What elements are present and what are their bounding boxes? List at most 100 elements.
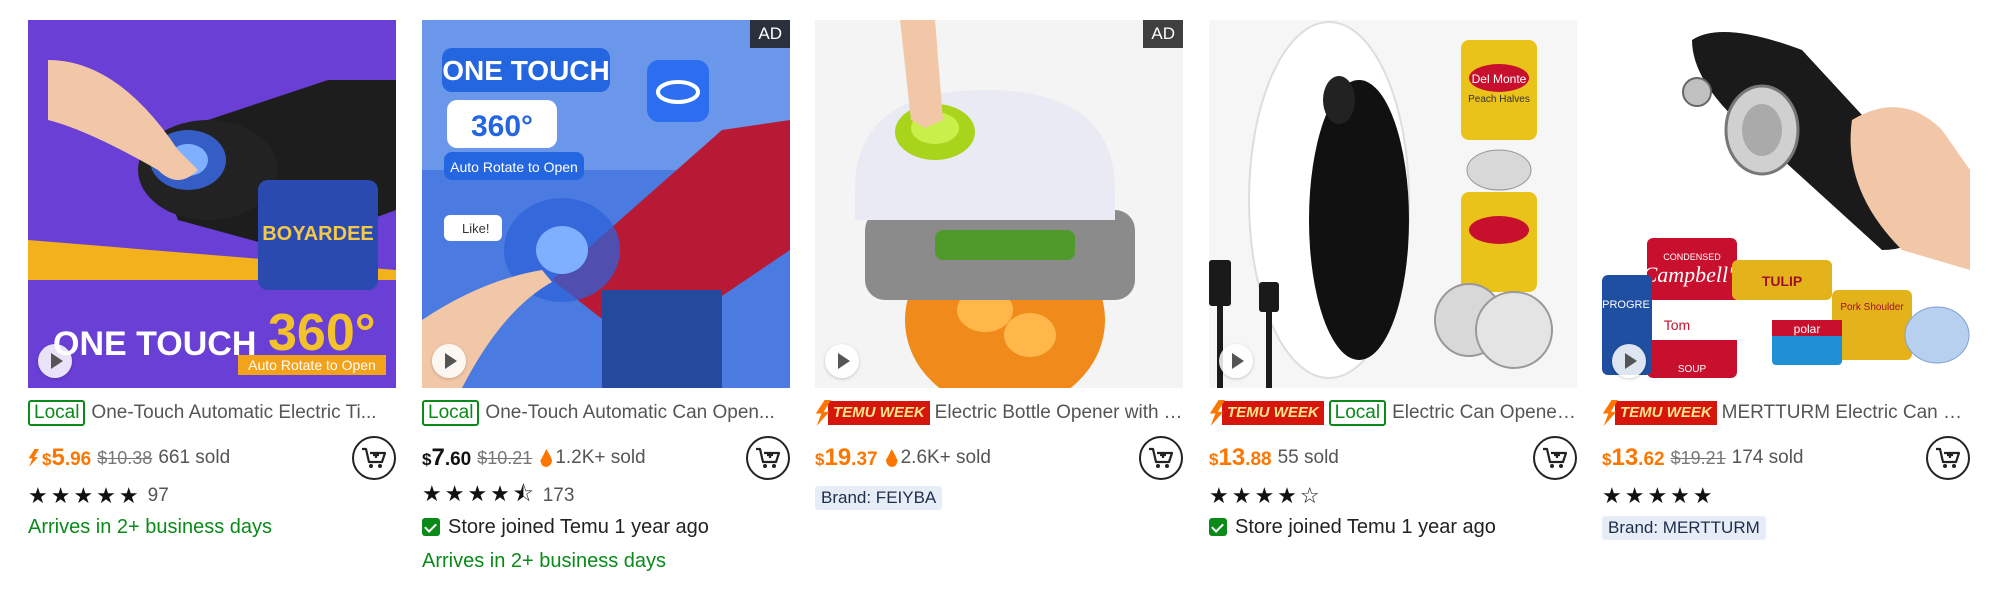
add-to-cart-button[interactable] (352, 436, 396, 480)
store-info: Store joined Temu 1 year ago (422, 510, 790, 544)
svg-text:Pork Shoulder: Pork Shoulder (1840, 302, 1904, 313)
product-image[interactable]: Del Monte Peach Halves (1209, 20, 1577, 388)
svg-text:Tom: Tom (1664, 317, 1690, 333)
rating-row[interactable]: ★★★★★ 97 (28, 482, 396, 510)
add-to-cart-button[interactable] (746, 436, 790, 480)
svg-text:ONE TOUCH: ONE TOUCH (53, 325, 256, 363)
product-image[interactable]: Campbell's CONDENSED Tom SOUP PROGRE TUL… (1602, 20, 1970, 388)
rating-row[interactable]: ★★★★☆ (1209, 482, 1577, 510)
product-image-art: Campbell's CONDENSED Tom SOUP PROGRE TUL… (1602, 20, 1970, 388)
price-row: $7.60 $10.21 1.2K+ sold (422, 436, 790, 480)
svg-text:SOUP: SOUP (1678, 364, 1707, 375)
temu-week-tag: TEMU WEEK (815, 400, 930, 426)
product-title[interactable]: Electric Bottle Opener with T... (935, 402, 1183, 424)
title-row[interactable]: Local One-Touch Automatic Electric Ti... (28, 398, 396, 428)
add-to-cart-button[interactable] (1533, 436, 1577, 480)
svg-text:Like!: Like! (462, 221, 489, 236)
local-tag: Local (1328, 400, 1387, 426)
price: $5.96 (42, 444, 92, 471)
brand-badge[interactable]: Brand: FEIYBA (815, 486, 943, 510)
play-video-button[interactable] (432, 344, 466, 378)
price: $13.62 (1602, 444, 1665, 471)
svg-text:360°: 360° (471, 110, 533, 143)
svg-text:PROGRE: PROGRE (1602, 299, 1650, 311)
rating-stars: ★★★★★ (28, 483, 142, 508)
sold-count: 174 sold (1731, 447, 1804, 468)
temu-week-tag: TEMU WEEK (1209, 400, 1324, 426)
original-price: $10.38 (97, 447, 153, 468)
play-icon (1232, 353, 1244, 369)
product-title[interactable]: MERTTURM Electric Can Op... (1722, 402, 1970, 424)
play-icon (51, 353, 63, 369)
product-image-art: Del Monte Peach Halves (1209, 20, 1577, 388)
temu-week-tag: TEMU WEEK (1602, 400, 1717, 426)
title-row[interactable]: TEMU WEEK Electric Bottle Opener with T.… (815, 398, 1183, 428)
product-card[interactable]: AD TEMU WEEK Electric Bottle Opener with… (815, 20, 1183, 510)
price-row: $13.88 55 sold (1209, 436, 1577, 480)
store-text: Store joined Temu 1 year ago (448, 515, 709, 538)
product-card[interactable]: Campbell's CONDENSED Tom SOUP PROGRE TUL… (1602, 20, 1970, 540)
rating-stars: ★★★★★ (1602, 483, 1716, 508)
brand-badge[interactable]: Brand: MERTTURM (1602, 516, 1766, 540)
original-price: $10.21 (477, 447, 533, 468)
svg-text:360°: 360° (268, 304, 376, 362)
lightning-icon (28, 449, 39, 467)
title-row[interactable]: TEMU WEEK MERTTURM Electric Can Op... (1602, 398, 1970, 428)
svg-text:Del Monte: Del Monte (1472, 72, 1527, 86)
svg-text:TULIP: TULIP (1762, 273, 1802, 289)
ad-badge: AD (750, 20, 790, 48)
product-image[interactable]: AD (815, 20, 1183, 388)
product-card[interactable]: ONE TOUCH 360° Auto Rotate to Open Like!… (422, 20, 790, 578)
svg-text:ONE TOUCH: ONE TOUCH (442, 55, 610, 86)
flame-icon (885, 449, 898, 467)
sold-count: 661 sold (158, 447, 231, 468)
local-tag: Local (28, 400, 86, 426)
play-video-button[interactable] (825, 344, 859, 378)
svg-text:Auto Rotate to Open: Auto Rotate to Open (450, 159, 578, 175)
product-image[interactable]: ONE TOUCH 360° Auto Rotate to Open Like!… (422, 20, 790, 388)
sold-count: 2.6K+ sold (900, 447, 991, 468)
product-card[interactable]: Del Monte Peach Halves TEMU WEEK Local E… (1209, 20, 1577, 544)
store-check-icon (1209, 518, 1227, 536)
play-video-button[interactable] (1612, 344, 1646, 378)
local-tag: Local (422, 400, 480, 426)
rating-stars: ★★★★⯪ (422, 481, 537, 506)
ad-badge: AD (1143, 20, 1183, 48)
product-image-art: BOYARDEE ONE TOUCH 360° Auto Rotate to O… (28, 20, 396, 388)
store-check-icon (422, 518, 440, 536)
arrival-info: Arrives in 2+ business days (28, 515, 273, 538)
sold-count: 1.2K+ sold (555, 447, 646, 468)
product-title[interactable]: One-Touch Automatic Can Open... (485, 402, 790, 424)
title-row[interactable]: Local One-Touch Automatic Can Open... (422, 398, 790, 428)
product-image-art: ONE TOUCH 360° Auto Rotate to Open Like! (422, 20, 790, 388)
rating-row[interactable]: ★★★★⯪ 173 (422, 481, 790, 510)
arrival-info: Arrives in 2+ business days (422, 549, 667, 572)
add-to-cart-button[interactable] (1926, 436, 1970, 480)
title-row[interactable]: TEMU WEEK Local Electric Can Opener ... (1209, 398, 1577, 428)
svg-text:polar: polar (1794, 322, 1821, 336)
flame-icon (540, 449, 553, 467)
review-count: 97 (147, 485, 169, 506)
cart-plus-icon (362, 447, 387, 468)
svg-text:Auto Rotate to Open: Auto Rotate to Open (248, 357, 376, 373)
rating-row[interactable]: ★★★★★ (1602, 482, 1970, 510)
play-icon (838, 353, 850, 369)
play-video-button[interactable] (1219, 344, 1253, 378)
product-card[interactable]: BOYARDEE ONE TOUCH 360° Auto Rotate to O… (28, 20, 396, 544)
rating-stars: ★★★★☆ (1209, 483, 1323, 508)
price: $7.60 (422, 444, 472, 471)
add-to-cart-button[interactable] (1139, 436, 1183, 480)
svg-text:Campbell's: Campbell's (1643, 262, 1742, 287)
cart-plus-icon (1149, 447, 1174, 468)
cart-plus-icon (1543, 447, 1568, 468)
product-image-art (815, 20, 1183, 388)
product-image[interactable]: BOYARDEE ONE TOUCH 360° Auto Rotate to O… (28, 20, 396, 388)
price: $19.37 (815, 444, 878, 471)
svg-text:BOYARDEE: BOYARDEE (262, 223, 374, 245)
cart-plus-icon (1936, 447, 1961, 468)
play-video-button[interactable] (38, 344, 72, 378)
product-title[interactable]: One-Touch Automatic Electric Ti... (91, 402, 396, 424)
cart-plus-icon (756, 447, 781, 468)
svg-text:Peach Halves: Peach Halves (1468, 94, 1530, 105)
product-title[interactable]: Electric Can Opener ... (1392, 402, 1577, 424)
